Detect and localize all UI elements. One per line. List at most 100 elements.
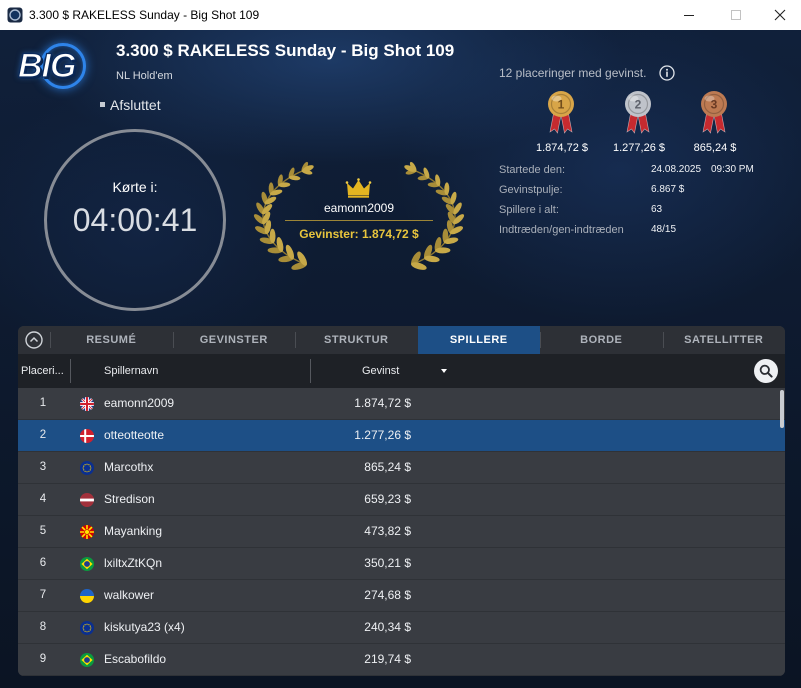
column-resize-handle[interactable] [70,359,71,383]
tab-struktur[interactable]: STRUKTUR [295,326,418,354]
row-player-name: lxiltxZtKQn [104,556,163,570]
row-winnings: 865,24 $ [364,460,411,474]
silver-medal-icon: 2 [625,91,651,134]
row-player-name: eamonn2009 [104,396,175,410]
medal-place: 2 [635,98,642,112]
third-place-prize: 865,24 $ [693,142,737,154]
row-winnings: 659,23 $ [364,492,411,506]
game-type: NL Hold'em [116,70,173,82]
status-indicator-icon [100,102,105,107]
logo-text: BIG [17,46,77,85]
gold-medal-icon: 1 [548,91,574,134]
table-row[interactable]: 5 Mayanking 473,82 $ [18,516,785,548]
tab-resume[interactable]: RESUMÉ [50,326,173,354]
laurel-leaves [253,161,465,270]
eu-flag-icon [80,621,94,635]
table-row[interactable]: 1 eamonn2009 1.874,72 $ [18,388,785,420]
players-table-body: 1 eamonn2009 1.874,72 $ 2 otteotteotte 1.277,… [18,388,785,676]
tab-borde[interactable]: BORDE [540,326,663,354]
scrollbar-thumb[interactable] [780,390,784,428]
row-winnings: 240,34 $ [364,620,411,634]
column-header-place[interactable]: Placeri... [21,354,64,388]
table-header: Placeri... Spillernavn Gevinst [18,354,785,388]
tab-gevinster[interactable]: GEVINSTER [172,326,296,354]
prize-pool-value: 6.867 $ [651,184,685,195]
row-place: 2 [39,429,47,441]
close-icon [774,9,786,21]
row-winnings: 219,74 $ [364,652,411,666]
brazil-flag-icon [80,557,94,571]
table-row[interactable]: 3 Marcothx 865,24 $ [18,452,785,484]
minimize-icon [684,15,694,16]
north-macedonia-flag-icon [80,525,94,539]
row-player-name: Marcothx [104,460,154,474]
entries-value: 48/15 [651,224,677,235]
close-button[interactable] [759,0,801,30]
tab-bar: RESUMÉ GEVINSTER STRUKTUR SPILLERE BORDE… [18,326,785,354]
row-winnings: 1.277,26 $ [354,428,411,442]
winner-name: eamonn2009 [323,201,395,215]
medal-place: 1 [558,98,565,112]
prize-pool-label: Gevinstpulje: [499,184,563,196]
minimize-button[interactable] [666,0,712,30]
total-players-value: 63 [651,204,663,215]
total-players-label: Spillere i alt: [499,204,559,216]
row-place: 8 [39,621,47,633]
search-icon [759,364,773,378]
row-place: 3 [39,461,47,473]
start-date-label: Startede den: [499,164,566,176]
maximize-icon [731,10,741,20]
window-title-bar[interactable]: 3.300 $ RAKELESS Sunday - Big Shot 109 [0,0,801,30]
table-row[interactable]: 4 Stredison 659,23 $ [18,484,785,516]
medal-place: 3 [711,98,718,112]
bronze-medal-icon: 3 [701,91,727,134]
row-player-name: otteotteotte [104,428,165,442]
table-row-selected[interactable]: 2 otteotteotte 1.277,26 $ [18,420,785,452]
row-player-name: Stredison [104,492,155,506]
search-button[interactable] [754,359,778,383]
row-player-name: Mayanking [104,524,163,538]
table-row[interactable]: 8 kiskutya23 (x4) 240,34 $ [18,612,785,644]
row-winnings: 350,21 $ [364,556,411,570]
big-logo: BIG [16,40,86,94]
maximize-button[interactable] [713,0,759,30]
tournament-status: Afsluttet [110,97,161,113]
crown-icon [345,178,372,198]
row-winnings: 1.874,72 $ [354,396,411,410]
column-resize-handle[interactable] [310,359,311,383]
tab-spillere[interactable]: SPILLERE [417,326,540,354]
brazil-flag-icon [80,653,94,667]
table-row[interactable]: 9 Escabofildo 219,74 $ [18,644,785,676]
first-place-prize: 1.874,72 $ [536,142,588,154]
row-place: 4 [39,493,47,505]
eu-flag-icon [80,461,94,475]
poker-app-icon [7,7,23,23]
tournament-title: 3.300 $ RAKELESS Sunday - Big Shot 109 [116,41,455,60]
latvia-flag-icon [80,493,94,507]
chevron-up-circle-icon[interactable] [25,331,43,349]
laurel-wreath-icon [253,161,465,270]
timer-label: Kørte i: [112,179,158,195]
table-row[interactable]: 6 lxiltxZtKQn 350,21 $ [18,548,785,580]
row-place: 6 [39,557,47,569]
ukraine-flag-icon [80,589,94,603]
row-place: 9 [39,653,47,665]
column-header-player[interactable]: Spillernavn [104,354,158,388]
uk-flag-icon [80,397,94,411]
tab-satellitter[interactable]: SATELLITTER [662,326,786,354]
info-icon[interactable] [659,65,675,81]
sort-descending-icon[interactable] [441,369,447,373]
entries-label: Indtræden/gen-indtræden [499,224,624,236]
row-player-name: Escabofildo [104,652,167,666]
column-header-winnings[interactable]: Gevinst [362,354,399,388]
denmark-flag-icon [80,429,94,443]
timer-value: 04:00:41 [72,202,198,238]
winner-winnings: Gevinster: 1.874,72 $ [299,227,419,241]
winner-divider [285,220,433,221]
table-row[interactable]: 7 walkower 274,68 $ [18,580,785,612]
paid-places-summary: 12 placeringer med gevinst. [499,66,647,80]
players-panel: RESUMÉ GEVINSTER STRUKTUR SPILLERE BORDE… [18,326,785,676]
row-place: 7 [39,589,47,601]
row-winnings: 274,68 $ [364,588,411,602]
row-winnings: 473,82 $ [364,524,411,538]
